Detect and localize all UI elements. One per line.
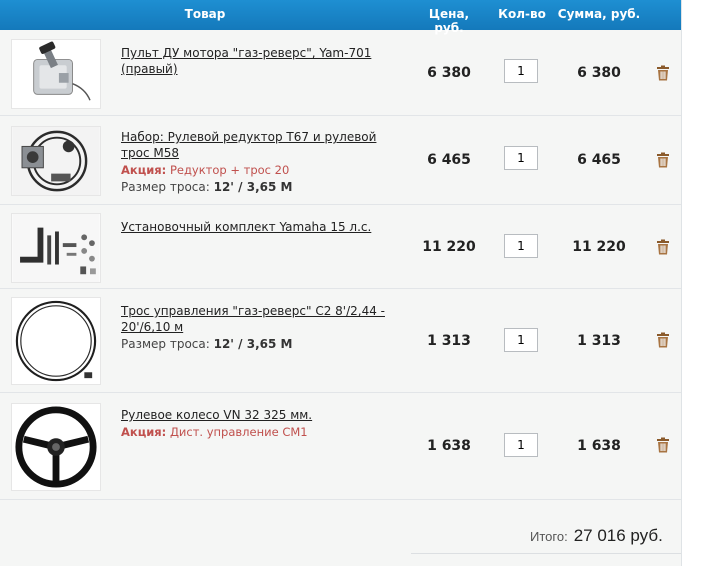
promo-label: Акция: <box>121 425 167 439</box>
product-link[interactable]: Пульт ДУ мотора "газ-реверс", Yam-701 (п… <box>121 45 401 77</box>
promo-label: Акция: <box>121 163 167 177</box>
trash-icon[interactable] <box>655 239 671 255</box>
header-sum: Сумма, руб. <box>557 7 641 21</box>
cable-size: Размер троса: 12' / 3,65 М <box>121 179 401 195</box>
control-cable-image[interactable] <box>11 297 101 385</box>
product-link[interactable]: Установочный комплект Yamaha 15 л.с. <box>121 219 401 235</box>
product-link[interactable]: Рулевое колесо VN 32 325 мм. <box>121 407 401 423</box>
quantity-input[interactable] <box>504 328 538 352</box>
product-link[interactable]: Набор: Рулевой редуктор Т67 и рулевой тр… <box>121 129 401 161</box>
item-price: 6 380 <box>427 65 471 81</box>
cart-table: Товар Цена, руб. Кол-во Сумма, руб. Пуль… <box>0 0 682 566</box>
cart-row: Рулевое колесо VN 32 325 мм. Акция: Дист… <box>0 393 681 500</box>
trash-icon[interactable] <box>655 437 671 453</box>
cart-row: Пульт ДУ мотора "газ-реверс", Yam-701 (п… <box>0 30 681 116</box>
cart-row: Трос управления "газ-реверс" С2 8'/2,44 … <box>0 289 681 393</box>
total-label: Итого: <box>530 529 568 544</box>
remote-control-image[interactable] <box>11 39 101 109</box>
promo-info: Акция: Редуктор + трос 20 <box>121 162 401 178</box>
cart-total: Итого: 27 016 руб. <box>530 526 663 546</box>
install-kit-image[interactable] <box>11 213 101 283</box>
quantity-input[interactable] <box>504 433 538 457</box>
trash-icon[interactable] <box>655 152 671 168</box>
total-value: 27 016 руб. <box>573 526 663 545</box>
item-price: 1 638 <box>427 438 471 454</box>
cable-size-label: Размер троса: <box>121 337 210 351</box>
promo-text: Дист. управление СМ1 <box>169 425 308 439</box>
item-price: 11 220 <box>422 239 476 255</box>
cable-size-value: 12' / 3,65 М <box>213 180 293 194</box>
cable-size: Размер троса: 12' / 3,65 М <box>121 336 401 352</box>
trash-icon[interactable] <box>655 65 671 81</box>
item-sum: 1 313 <box>577 333 621 349</box>
steering-wheel-image[interactable] <box>11 403 101 491</box>
item-sum: 1 638 <box>577 438 621 454</box>
cable-size-value: 12' / 3,65 М <box>213 337 293 351</box>
cart-row: Установочный комплект Yamaha 15 л.с. 11 … <box>0 205 681 289</box>
header-product: Товар <box>184 7 226 21</box>
item-sum: 6 380 <box>577 65 621 81</box>
steering-kit-image[interactable] <box>11 126 101 196</box>
product-link[interactable]: Трос управления "газ-реверс" С2 8'/2,44 … <box>121 303 401 335</box>
cable-size-label: Размер троса: <box>121 180 210 194</box>
item-price: 6 465 <box>427 152 471 168</box>
cart-header: Товар Цена, руб. Кол-во Сумма, руб. <box>0 0 681 35</box>
header-qty: Кол-во <box>498 7 546 21</box>
cart-row: Набор: Рулевой редуктор Т67 и рулевой тр… <box>0 116 681 205</box>
quantity-input[interactable] <box>504 146 538 170</box>
promo-info: Акция: Дист. управление СМ1 <box>121 424 401 440</box>
quantity-input[interactable] <box>504 59 538 83</box>
item-price: 1 313 <box>427 333 471 349</box>
item-sum: 11 220 <box>572 239 626 255</box>
promo-text: Редуктор + трос 20 <box>169 163 290 177</box>
quantity-input[interactable] <box>504 234 538 258</box>
item-sum: 6 465 <box>577 152 621 168</box>
trash-icon[interactable] <box>655 332 671 348</box>
total-divider <box>411 553 681 554</box>
